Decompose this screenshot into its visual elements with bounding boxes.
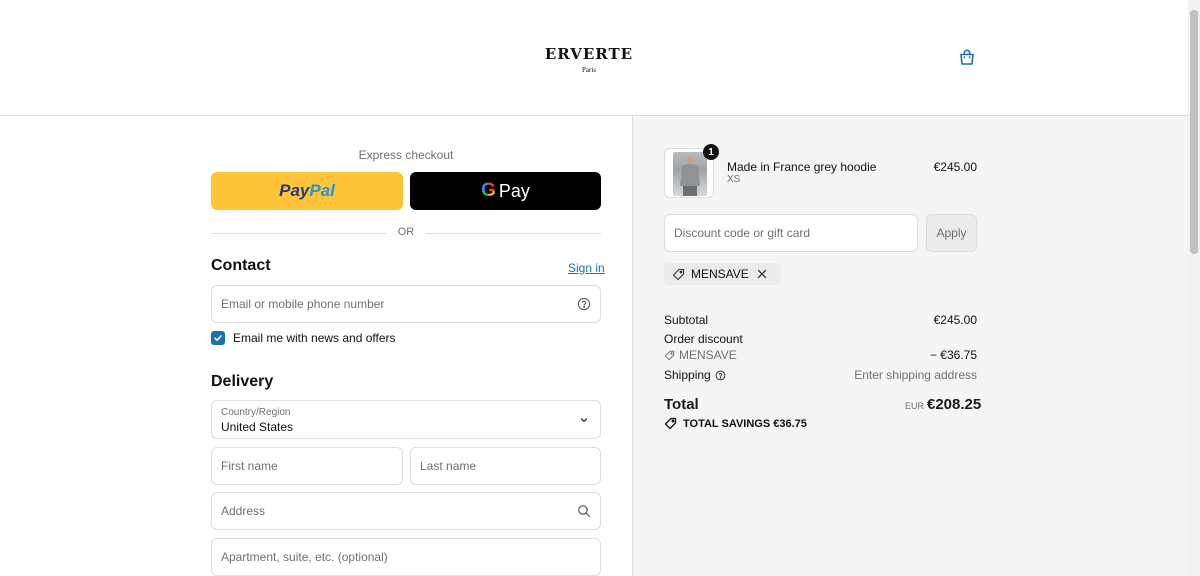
close-icon: [757, 269, 766, 279]
shipping-label-wrap: Shipping: [664, 368, 726, 382]
email-input[interactable]: [212, 286, 600, 322]
product-name: Made in France grey hoodie: [727, 160, 877, 174]
google-pay-button[interactable]: G Pay: [410, 172, 601, 210]
address-field[interactable]: [211, 492, 601, 530]
order-discount-row: Order discount: [664, 332, 977, 346]
discount-code-row: MENSAVE − €36.75: [664, 348, 977, 364]
delivery-title: Delivery: [211, 373, 274, 390]
order-summary: 1 Made in France grey hoodie XS €245.00 …: [633, 116, 1188, 576]
scrollbar-thumb[interactable]: [1190, 10, 1198, 254]
country-label: Country/Region: [221, 407, 291, 418]
sign-in-link[interactable]: Sign in: [568, 261, 605, 275]
discount-field[interactable]: [664, 214, 918, 252]
google-pay-label: Pay: [498, 180, 530, 201]
country-value: United States: [221, 420, 294, 434]
shipping-label: Shipping: [664, 368, 711, 382]
checkout-header: ERVERTE Paris: [0, 0, 1188, 116]
shipping-value: Enter shipping address: [854, 368, 977, 382]
paypal-logo-part1: Pay: [279, 181, 310, 200]
first-name-field[interactable]: [211, 447, 403, 485]
shopping-bag-icon[interactable]: [958, 48, 976, 66]
brand-logo[interactable]: ERVERTE Paris: [540, 45, 638, 74]
help-circle-icon[interactable]: [715, 370, 726, 381]
chevron-down-icon: [580, 418, 588, 423]
order-discount-label: Order discount: [664, 332, 743, 346]
subtotal-row: Subtotal €245.00: [664, 313, 977, 327]
total-currency: EUR: [905, 401, 925, 411]
savings-value: €36.75: [773, 417, 807, 430]
apply-button[interactable]: Apply: [926, 214, 977, 252]
brand-name: ERVERTE: [544, 45, 634, 63]
discount-code-text: MENSAVE: [679, 348, 737, 362]
express-checkout-label: Express checkout: [358, 148, 454, 162]
product-image: [673, 152, 707, 196]
or-label: OR: [397, 226, 415, 238]
last-name-input[interactable]: [411, 448, 600, 484]
newsletter-checkbox[interactable]: [211, 331, 225, 345]
tag-icon: [672, 268, 685, 280]
check-icon: [214, 335, 222, 341]
applied-code: MENSAVE: [691, 267, 749, 281]
discount-code-label: MENSAVE: [664, 348, 737, 362]
newsletter-label: Email me with news and offers: [233, 331, 396, 345]
product-variant: XS: [727, 174, 741, 185]
discount-input[interactable]: [665, 215, 917, 251]
total-savings: TOTAL SAVINGS €36.75: [664, 417, 807, 430]
total-label: Total: [664, 396, 699, 413]
subtotal-value: €245.00: [933, 313, 977, 327]
product-price: €245.00: [933, 160, 977, 174]
address-input[interactable]: [212, 493, 600, 529]
applied-discount-chip: MENSAVE: [664, 263, 781, 285]
help-circle-icon[interactable]: [577, 297, 591, 311]
last-name-field[interactable]: [410, 447, 601, 485]
checkout-form: Express checkout Pay Pal G Pay OR Contact…: [0, 116, 633, 576]
email-field[interactable]: [211, 285, 601, 323]
paypal-button[interactable]: Pay Pal: [211, 172, 403, 210]
apartment-field[interactable]: [211, 538, 601, 576]
tag-icon: [664, 417, 677, 430]
subtotal-label: Subtotal: [664, 313, 709, 327]
contact-title: Contact: [211, 257, 271, 274]
google-g-icon: G: [481, 180, 496, 201]
page-scrollbar[interactable]: [1188, 0, 1200, 576]
paypal-logo-part2: Pal: [309, 181, 335, 200]
tag-icon: [664, 350, 675, 360]
apartment-input[interactable]: [212, 539, 600, 575]
savings-label: TOTAL SAVINGS: [683, 417, 771, 430]
remove-discount-button[interactable]: [757, 269, 773, 279]
or-divider: OR: [211, 226, 601, 240]
country-select[interactable]: Country/Region United States: [211, 400, 601, 439]
brand-subtitle: Paris: [582, 66, 596, 74]
first-name-input[interactable]: [212, 448, 402, 484]
quantity-badge: 1: [703, 144, 719, 160]
newsletter-option[interactable]: Email me with news and offers: [211, 331, 396, 345]
search-icon[interactable]: [577, 504, 591, 518]
hoodie-figure-icon: [680, 156, 700, 196]
discount-value: − €36.75: [929, 348, 977, 362]
total-value: €208.25: [927, 396, 982, 413]
shipping-row: Shipping Enter shipping address: [664, 368, 977, 382]
